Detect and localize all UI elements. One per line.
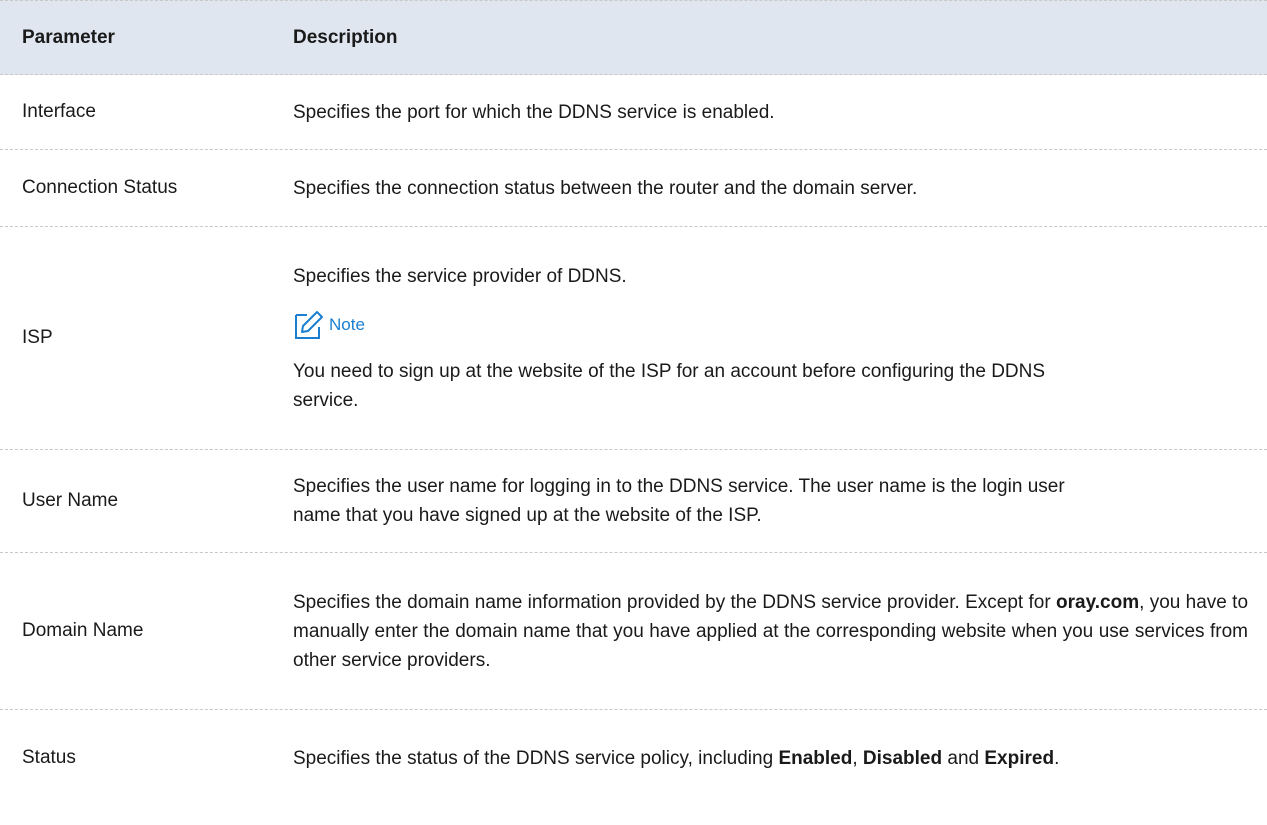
separator: . — [1054, 747, 1060, 769]
parameter-table: Parameter Description Interface Specifie… — [0, 0, 1267, 806]
bold-term: Enabled — [778, 747, 853, 769]
pencil-note-icon — [295, 310, 323, 339]
param-cell: Status — [22, 747, 76, 768]
desc-text: Specifies the service provider of DDNS. — [293, 265, 627, 287]
param-cell: User Name — [22, 490, 119, 511]
header-description: Description — [293, 27, 398, 48]
separator: and — [942, 747, 985, 769]
separator: , — [852, 747, 863, 769]
header-parameter: Parameter — [22, 26, 115, 48]
note-text: You need to sign up at the website of th… — [293, 360, 1046, 411]
table-row: ISP Specifies the service provider of DD… — [0, 227, 1267, 450]
desc-cell: Specifies the service provider of DDNS. … — [293, 262, 1253, 415]
table-header-row: Parameter Description — [0, 0, 1267, 75]
bold-term: Expired — [984, 747, 1055, 769]
desc-cell: Specifies the connection status between … — [293, 177, 918, 199]
desc-cell: Specifies the user name for logging in t… — [293, 476, 1065, 526]
note-label: Note — [329, 315, 365, 334]
param-cell: ISP — [22, 327, 53, 348]
table-row: Domain Name Specifies the domain name in… — [0, 553, 1267, 710]
desc-cell: Specifies the status of the DDNS service… — [293, 744, 1248, 773]
param-cell: Domain Name — [22, 620, 144, 641]
note-callout: Note — [293, 309, 1253, 341]
table-row: Status Specifies the status of the DDNS … — [0, 710, 1267, 806]
desc-text: Except for — [965, 591, 1057, 613]
table-row: Interface Specifies the port for which t… — [0, 75, 1267, 150]
bold-term: oray.com — [1056, 591, 1140, 613]
param-cell: Connection Status — [22, 177, 178, 198]
table-row: Connection Status Specifies the connecti… — [0, 150, 1267, 227]
desc-text: Specifies the domain name information pr… — [293, 591, 960, 613]
table-row: User Name Specifies the user name for lo… — [0, 450, 1267, 553]
desc-text: Specifies the status of the DDNS service… — [293, 747, 779, 769]
bold-term: Disabled — [862, 747, 943, 769]
desc-cell: Specifies the domain name information pr… — [293, 588, 1248, 675]
param-cell: Interface — [22, 101, 96, 122]
desc-cell: Specifies the port for which the DDNS se… — [293, 101, 775, 123]
